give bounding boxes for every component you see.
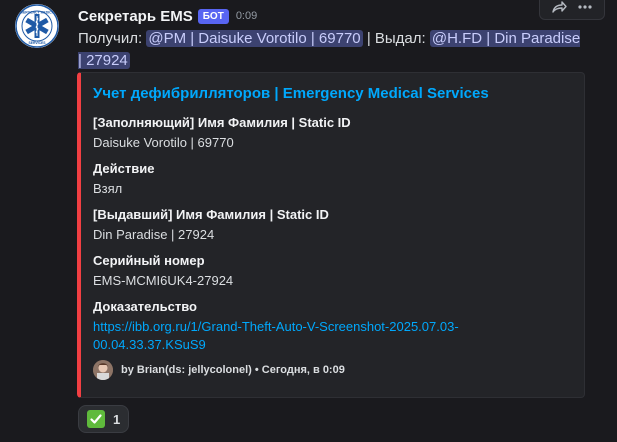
field-name: Серийный номер (93, 253, 205, 268)
field-value: Daisuke Vorotilo | 69770 (93, 135, 234, 150)
avatar[interactable]: EMERGENCY MEDICAL SERVICES (15, 4, 59, 48)
issued-label: | Выдал: (366, 30, 426, 47)
footer-text: by Brian(ds: jellycolonel) • Сегодня, в … (121, 364, 345, 376)
footer-avatar-icon (93, 360, 113, 380)
avatar-top-text: EMERGENCY MEDICAL (18, 11, 56, 15)
embed-footer: by Brian(ds: jellycolonel) • Сегодня, в … (93, 360, 345, 380)
forward-button[interactable] (548, 0, 570, 18)
field-name: [Выдавший] Имя Фамилия | Static ID (93, 207, 329, 222)
reaction-count: 1 (113, 411, 121, 427)
embed-title[interactable]: Учет дефибрилляторов | Emergency Medical… (93, 85, 489, 102)
message-content: Получил: @PM | Daisuke Vorotilo | 69770 … (78, 28, 588, 72)
field-value: Взял (93, 181, 123, 196)
message-toolbar (539, 0, 605, 20)
more-button[interactable] (574, 0, 596, 18)
more-icon (578, 5, 592, 9)
check-mark-icon (87, 410, 105, 428)
field-value: EMS-MCMI6UK4-27924 (93, 273, 234, 288)
forward-icon (552, 1, 567, 13)
embed-card: Учет дефибрилляторов | Emergency Medical… (77, 72, 585, 398)
author-name[interactable]: Секретарь EMS (78, 8, 193, 25)
mention-received[interactable]: @PM | Daisuke Vorotilo | 69770 (146, 30, 363, 47)
evidence-link[interactable]: https://ibb.org.ru/1/Grand-Theft-Auto-V-… (93, 318, 563, 354)
star-of-life-icon: EMERGENCY MEDICAL SERVICES (15, 4, 59, 48)
bot-badge: БОТ (197, 8, 229, 24)
field-name: Действие (93, 161, 155, 176)
field-value: Din Paradise | 27924 (93, 227, 215, 242)
field-name: [Заполняющий] Имя Фамилия | Static ID (93, 115, 351, 130)
reaction-check[interactable]: 1 (78, 405, 130, 433)
field-name: Доказательство (93, 299, 197, 314)
received-label: Получил: (78, 30, 143, 47)
avatar-bottom-text: SERVICES (28, 41, 46, 45)
message-header: Секретарь EMS БОТ 0:09 (78, 6, 257, 26)
message-timestamp[interactable]: 0:09 (236, 10, 257, 22)
